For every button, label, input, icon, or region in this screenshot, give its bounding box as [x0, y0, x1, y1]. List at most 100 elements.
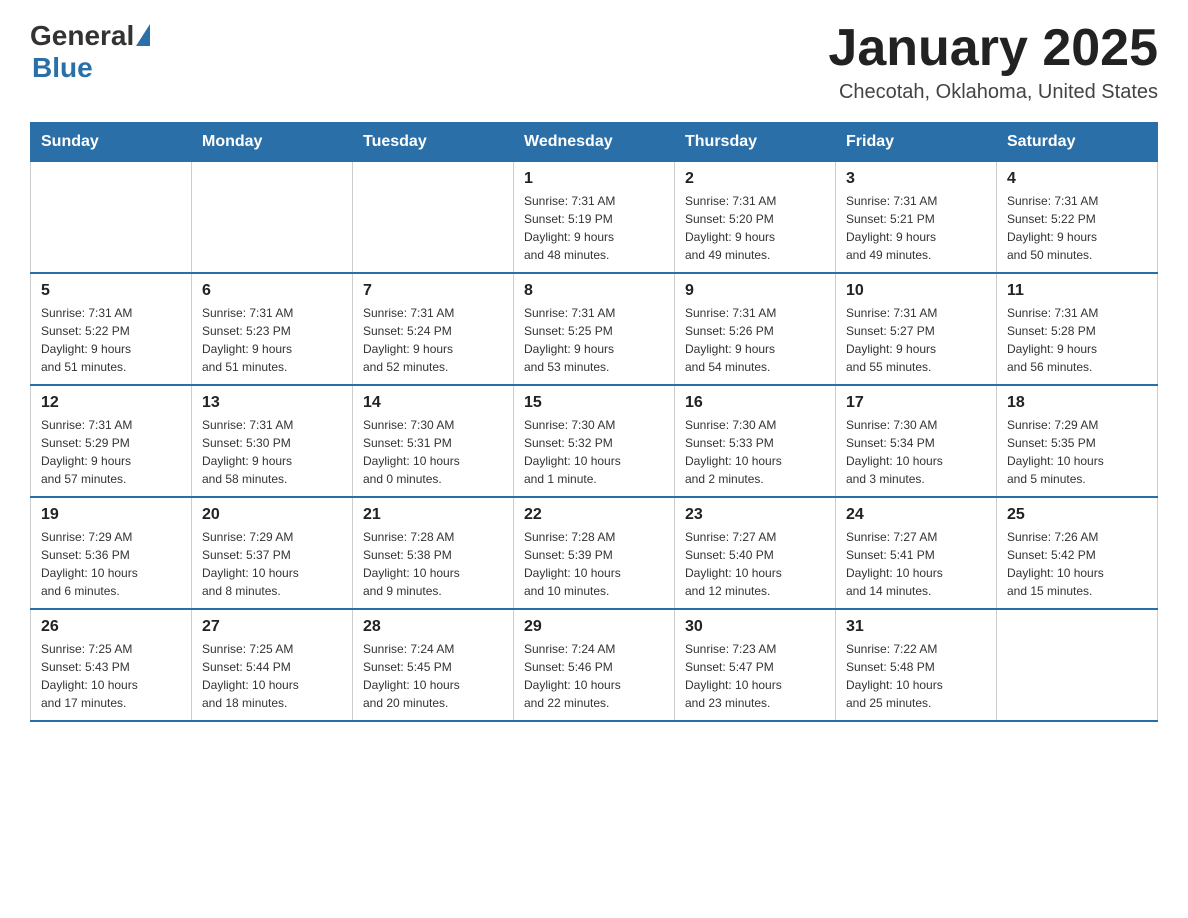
day-info: Sunrise: 7:31 AM Sunset: 5:22 PM Dayligh… — [41, 304, 181, 376]
calendar-table: SundayMondayTuesdayWednesdayThursdayFrid… — [30, 122, 1158, 722]
day-info: Sunrise: 7:26 AM Sunset: 5:42 PM Dayligh… — [1007, 528, 1147, 600]
calendar-cell: 8 Sunrise: 7:31 AM Sunset: 5:25 PM Daylig… — [514, 273, 675, 385]
day-number: 17 — [846, 394, 986, 412]
calendar-cell: 2 Sunrise: 7:31 AM Sunset: 5:20 PM Daylig… — [675, 162, 836, 274]
calendar-cell: 27 Sunrise: 7:25 AM Sunset: 5:44 PM Dayli… — [192, 609, 353, 721]
day-info: Sunrise: 7:31 AM Sunset: 5:23 PM Dayligh… — [202, 304, 342, 376]
day-number: 10 — [846, 282, 986, 300]
calendar-cell: 6 Sunrise: 7:31 AM Sunset: 5:23 PM Daylig… — [192, 273, 353, 385]
calendar-cell: 28Sunrise: 7:24 AM Sunset: 5:45 PM Dayli… — [353, 609, 514, 721]
calendar-cell: 21 Sunrise: 7:28 AM Sunset: 5:38 PM Dayli… — [353, 497, 514, 609]
logo: General Blue — [30, 20, 150, 84]
day-number: 5 — [41, 282, 181, 300]
day-info: Sunrise: 7:23 AM Sunset: 5:47 PM Dayligh… — [685, 640, 825, 712]
day-info: Sunrise: 7:25 AM Sunset: 5:43 PM Dayligh… — [41, 640, 181, 712]
day-of-week-header: Wednesday — [514, 123, 675, 162]
calendar-cell: 31 Sunrise: 7:22 AM Sunset: 5:48 PM Dayli… — [836, 609, 997, 721]
calendar-cell: 5 Sunrise: 7:31 AM Sunset: 5:22 PM Daylig… — [31, 273, 192, 385]
day-number: 9 — [685, 282, 825, 300]
day-info: Sunrise: 7:25 AM Sunset: 5:44 PM Dayligh… — [202, 640, 342, 712]
day-number: 7 — [363, 282, 503, 300]
day-number: 19 — [41, 506, 181, 524]
day-info: Sunrise: 7:31 AM Sunset: 5:20 PM Dayligh… — [685, 192, 825, 264]
day-info: Sunrise: 7:30 AM Sunset: 5:32 PM Dayligh… — [524, 416, 664, 488]
calendar-cell — [353, 162, 514, 274]
calendar-cell: 26Sunrise: 7:25 AM Sunset: 5:43 PM Dayli… — [31, 609, 192, 721]
calendar-week-row: 1 Sunrise: 7:31 AM Sunset: 5:19 PM Daylig… — [31, 162, 1158, 274]
calendar-cell: 23 Sunrise: 7:27 AM Sunset: 5:40 PM Dayli… — [675, 497, 836, 609]
logo-general-text: General — [30, 20, 134, 52]
day-number: 11 — [1007, 282, 1147, 300]
logo-blue-text: Blue — [32, 52, 93, 84]
day-of-week-header: Tuesday — [353, 123, 514, 162]
day-info: Sunrise: 7:31 AM Sunset: 5:30 PM Dayligh… — [202, 416, 342, 488]
calendar-cell: 20Sunrise: 7:29 AM Sunset: 5:37 PM Dayli… — [192, 497, 353, 609]
day-info: Sunrise: 7:31 AM Sunset: 5:25 PM Dayligh… — [524, 304, 664, 376]
day-number: 3 — [846, 170, 986, 188]
calendar-cell: 18 Sunrise: 7:29 AM Sunset: 5:35 PM Dayli… — [997, 385, 1158, 497]
day-number: 13 — [202, 394, 342, 412]
day-number: 4 — [1007, 170, 1147, 188]
calendar-week-row: 12 Sunrise: 7:31 AM Sunset: 5:29 PM Dayli… — [31, 385, 1158, 497]
day-number: 25 — [1007, 506, 1147, 524]
calendar-cell: 10 Sunrise: 7:31 AM Sunset: 5:27 PM Dayli… — [836, 273, 997, 385]
calendar-cell — [31, 162, 192, 274]
calendar-cell — [192, 162, 353, 274]
day-of-week-header: Monday — [192, 123, 353, 162]
day-number: 14 — [363, 394, 503, 412]
day-number: 15 — [524, 394, 664, 412]
day-of-week-header: Saturday — [997, 123, 1158, 162]
calendar-header-row: SundayMondayTuesdayWednesdayThursdayFrid… — [31, 123, 1158, 162]
calendar-cell: 3 Sunrise: 7:31 AM Sunset: 5:21 PM Daylig… — [836, 162, 997, 274]
day-number: 31 — [846, 618, 986, 636]
day-info: Sunrise: 7:31 AM Sunset: 5:19 PM Dayligh… — [524, 192, 664, 264]
day-number: 24 — [846, 506, 986, 524]
day-info: Sunrise: 7:29 AM Sunset: 5:37 PM Dayligh… — [202, 528, 342, 600]
calendar-week-row: 5 Sunrise: 7:31 AM Sunset: 5:22 PM Daylig… — [31, 273, 1158, 385]
calendar-cell: 24Sunrise: 7:27 AM Sunset: 5:41 PM Dayli… — [836, 497, 997, 609]
calendar-cell: 30 Sunrise: 7:23 AM Sunset: 5:47 PM Dayli… — [675, 609, 836, 721]
day-info: Sunrise: 7:29 AM Sunset: 5:36 PM Dayligh… — [41, 528, 181, 600]
calendar-cell: 15 Sunrise: 7:30 AM Sunset: 5:32 PM Dayli… — [514, 385, 675, 497]
day-number: 6 — [202, 282, 342, 300]
calendar-cell: 4Sunrise: 7:31 AM Sunset: 5:22 PM Daylig… — [997, 162, 1158, 274]
day-info: Sunrise: 7:30 AM Sunset: 5:34 PM Dayligh… — [846, 416, 986, 488]
title-section: January 2025 Checotah, Oklahoma, United … — [828, 20, 1158, 104]
day-number: 1 — [524, 170, 664, 188]
calendar-cell: 14 Sunrise: 7:30 AM Sunset: 5:31 PM Dayli… — [353, 385, 514, 497]
day-number: 12 — [41, 394, 181, 412]
day-number: 30 — [685, 618, 825, 636]
calendar-week-row: 26Sunrise: 7:25 AM Sunset: 5:43 PM Dayli… — [31, 609, 1158, 721]
day-info: Sunrise: 7:31 AM Sunset: 5:29 PM Dayligh… — [41, 416, 181, 488]
calendar-cell: 11 Sunrise: 7:31 AM Sunset: 5:28 PM Dayli… — [997, 273, 1158, 385]
day-info: Sunrise: 7:27 AM Sunset: 5:40 PM Dayligh… — [685, 528, 825, 600]
day-info: Sunrise: 7:30 AM Sunset: 5:33 PM Dayligh… — [685, 416, 825, 488]
calendar-cell: 12 Sunrise: 7:31 AM Sunset: 5:29 PM Dayli… — [31, 385, 192, 497]
day-number: 16 — [685, 394, 825, 412]
location-subtitle: Checotah, Oklahoma, United States — [828, 81, 1158, 104]
day-info: Sunrise: 7:31 AM Sunset: 5:27 PM Dayligh… — [846, 304, 986, 376]
day-info: Sunrise: 7:31 AM Sunset: 5:21 PM Dayligh… — [846, 192, 986, 264]
calendar-cell: 1 Sunrise: 7:31 AM Sunset: 5:19 PM Daylig… — [514, 162, 675, 274]
day-info: Sunrise: 7:31 AM Sunset: 5:28 PM Dayligh… — [1007, 304, 1147, 376]
calendar-cell: 29 Sunrise: 7:24 AM Sunset: 5:46 PM Dayli… — [514, 609, 675, 721]
day-number: 29 — [524, 618, 664, 636]
day-info: Sunrise: 7:22 AM Sunset: 5:48 PM Dayligh… — [846, 640, 986, 712]
calendar-cell: 9Sunrise: 7:31 AM Sunset: 5:26 PM Daylig… — [675, 273, 836, 385]
day-info: Sunrise: 7:31 AM Sunset: 5:24 PM Dayligh… — [363, 304, 503, 376]
day-number: 27 — [202, 618, 342, 636]
day-info: Sunrise: 7:24 AM Sunset: 5:46 PM Dayligh… — [524, 640, 664, 712]
day-number: 8 — [524, 282, 664, 300]
day-number: 21 — [363, 506, 503, 524]
day-number: 23 — [685, 506, 825, 524]
day-of-week-header: Sunday — [31, 123, 192, 162]
calendar-cell: 17 Sunrise: 7:30 AM Sunset: 5:34 PM Dayli… — [836, 385, 997, 497]
day-number: 2 — [685, 170, 825, 188]
calendar-cell: 25 Sunrise: 7:26 AM Sunset: 5:42 PM Dayli… — [997, 497, 1158, 609]
calendar-week-row: 19 Sunrise: 7:29 AM Sunset: 5:36 PM Dayli… — [31, 497, 1158, 609]
day-number: 18 — [1007, 394, 1147, 412]
day-info: Sunrise: 7:30 AM Sunset: 5:31 PM Dayligh… — [363, 416, 503, 488]
day-info: Sunrise: 7:29 AM Sunset: 5:35 PM Dayligh… — [1007, 416, 1147, 488]
calendar-cell: 19 Sunrise: 7:29 AM Sunset: 5:36 PM Dayli… — [31, 497, 192, 609]
day-info: Sunrise: 7:28 AM Sunset: 5:38 PM Dayligh… — [363, 528, 503, 600]
